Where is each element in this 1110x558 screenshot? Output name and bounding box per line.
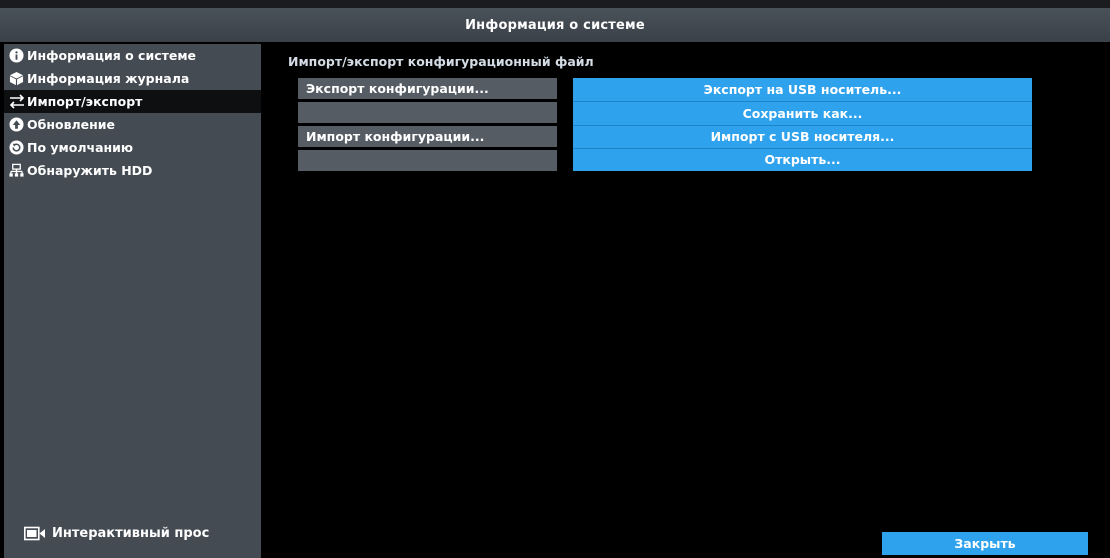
import-usb-button[interactable]: Импорт с USB носителя... xyxy=(573,125,1032,148)
upgrade-icon xyxy=(8,116,25,133)
export-config-label: Экспорт конфигурации... xyxy=(298,78,557,99)
open-button[interactable]: Открыть... xyxy=(573,148,1032,171)
live-view-label: Интерактивный прос xyxy=(52,526,210,541)
import-config-label: Импорт конфигурации... xyxy=(298,126,557,147)
import-config-path-field xyxy=(298,150,557,171)
action-buttons: Экспорт на USB носитель... Сохранить как… xyxy=(573,78,1032,171)
sidebar-item-log-info[interactable]: Информация журнала xyxy=(4,67,261,90)
sidebar-item-label: Обновление xyxy=(27,117,115,132)
section-title: Импорт/экспорт конфигурационный файл xyxy=(288,54,594,69)
save-as-button[interactable]: Сохранить как... xyxy=(573,102,1032,125)
sidebar-item-label: Информация о системе xyxy=(27,48,197,63)
sidebar: Информация о системе Информация журнала … xyxy=(4,44,261,558)
camera-icon xyxy=(22,525,48,542)
system-info-window: Информация о системе Информация о систем… xyxy=(0,8,1110,558)
window-titlebar: Информация о системе xyxy=(0,8,1110,42)
default-icon xyxy=(8,139,25,156)
cube-icon xyxy=(8,70,25,87)
sidebar-item-detect-hdd[interactable]: Обнаружить HDD xyxy=(4,159,261,182)
sidebar-live-view[interactable]: Интерактивный прос xyxy=(22,525,209,542)
info-icon xyxy=(8,47,25,64)
sidebar-item-label: Информация журнала xyxy=(27,71,190,86)
main-content: Импорт/экспорт конфигурационный файл Экс… xyxy=(262,44,1110,558)
hdd-icon xyxy=(8,162,25,179)
sidebar-item-label: По умолчанию xyxy=(27,140,134,155)
sidebar-item-upgrade[interactable]: Обновление xyxy=(4,113,261,136)
window-title: Информация о системе xyxy=(465,17,645,33)
export-usb-button[interactable]: Экспорт на USB носитель... xyxy=(573,78,1032,101)
import-export-icon xyxy=(8,93,25,110)
sidebar-item-default[interactable]: По умолчанию xyxy=(4,136,261,159)
sidebar-item-label: Импорт/экспорт xyxy=(27,94,143,109)
sidebar-item-system-info[interactable]: Информация о системе xyxy=(4,44,261,67)
sidebar-item-label: Обнаружить HDD xyxy=(27,163,153,178)
sidebar-item-import-export[interactable]: Импорт/экспорт xyxy=(4,90,261,113)
export-config-path-field xyxy=(298,102,557,123)
close-button[interactable]: Закрыть xyxy=(882,532,1088,555)
